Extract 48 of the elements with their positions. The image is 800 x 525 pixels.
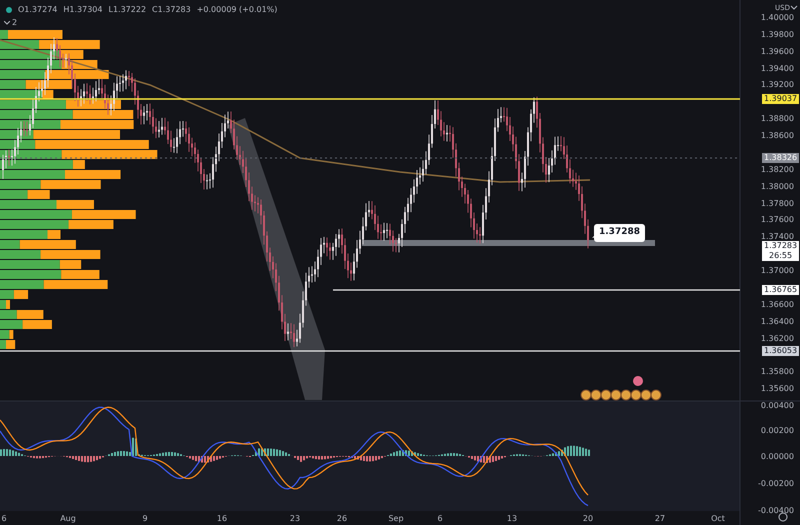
price-tick: 1.39200 <box>760 80 794 89</box>
price-tick: 1.38600 <box>760 131 794 140</box>
price-tick: 1.39400 <box>760 64 794 73</box>
time-label: 6 <box>1 514 7 523</box>
price-callout: 1.37288 <box>594 224 645 242</box>
price-tick: 1.38200 <box>760 165 794 174</box>
time-label: 20 <box>582 514 594 523</box>
ohlc-value: L1.37222 <box>108 4 146 16</box>
time-label: 6 <box>437 514 443 523</box>
price-tick: 1.39600 <box>760 47 794 56</box>
price-tick: 1.35800 <box>760 367 794 376</box>
macd-tick: 0.00400 <box>760 401 794 410</box>
time-label: 9 <box>142 514 148 523</box>
time-label: Oct <box>711 514 725 523</box>
countdown: 26:55 <box>769 251 792 261</box>
time-label: 23 <box>290 514 300 523</box>
price-tick: 1.38800 <box>760 114 794 123</box>
macd-tick: -0.00400 <box>758 506 794 515</box>
indicators-toggle[interactable]: 2 <box>4 17 18 29</box>
ohlc-value: O1.37274 <box>18 4 58 16</box>
time-label: Aug <box>60 514 76 523</box>
ohlc-value: C1.37283 <box>152 4 191 16</box>
price-tag-value: 1.36053 <box>764 346 798 356</box>
price-tick: 1.36200 <box>760 334 794 343</box>
time-label: Sep <box>388 514 404 523</box>
price-tick: 1.35600 <box>760 384 794 393</box>
macd-tick: -0.00200 <box>758 479 794 488</box>
price-tick: 1.37600 <box>760 215 794 224</box>
price-tick: 1.36400 <box>760 317 794 326</box>
time-label: 26 <box>336 514 348 523</box>
price-tick: 1.36600 <box>760 300 794 309</box>
time-label: 27 <box>654 514 666 523</box>
time-label: 16 <box>216 514 228 523</box>
macd-tick: 0.00200 <box>760 426 794 435</box>
price-tick: 1.39800 <box>760 30 794 39</box>
price-tag-value: 1.37283 <box>764 241 798 251</box>
price-tick: 1.37800 <box>760 199 794 208</box>
price-tag-value: 1.38326 <box>764 153 798 163</box>
price-tick: 1.38000 <box>760 182 794 191</box>
ohlc-value: +0.00009 (+0.01%) <box>196 4 278 16</box>
price-tick: 1.40000 <box>760 13 794 22</box>
price-tick: 1.37000 <box>760 266 794 275</box>
macd-tick: 0.00000 <box>760 452 794 461</box>
price-tick: 1.37400 <box>760 232 794 241</box>
ohlc-value: H1.37304 <box>63 4 102 16</box>
price-tag-value: 1.39037 <box>764 94 798 104</box>
price-tag-value: 1.36765 <box>764 285 798 295</box>
time-label: 13 <box>506 514 518 523</box>
